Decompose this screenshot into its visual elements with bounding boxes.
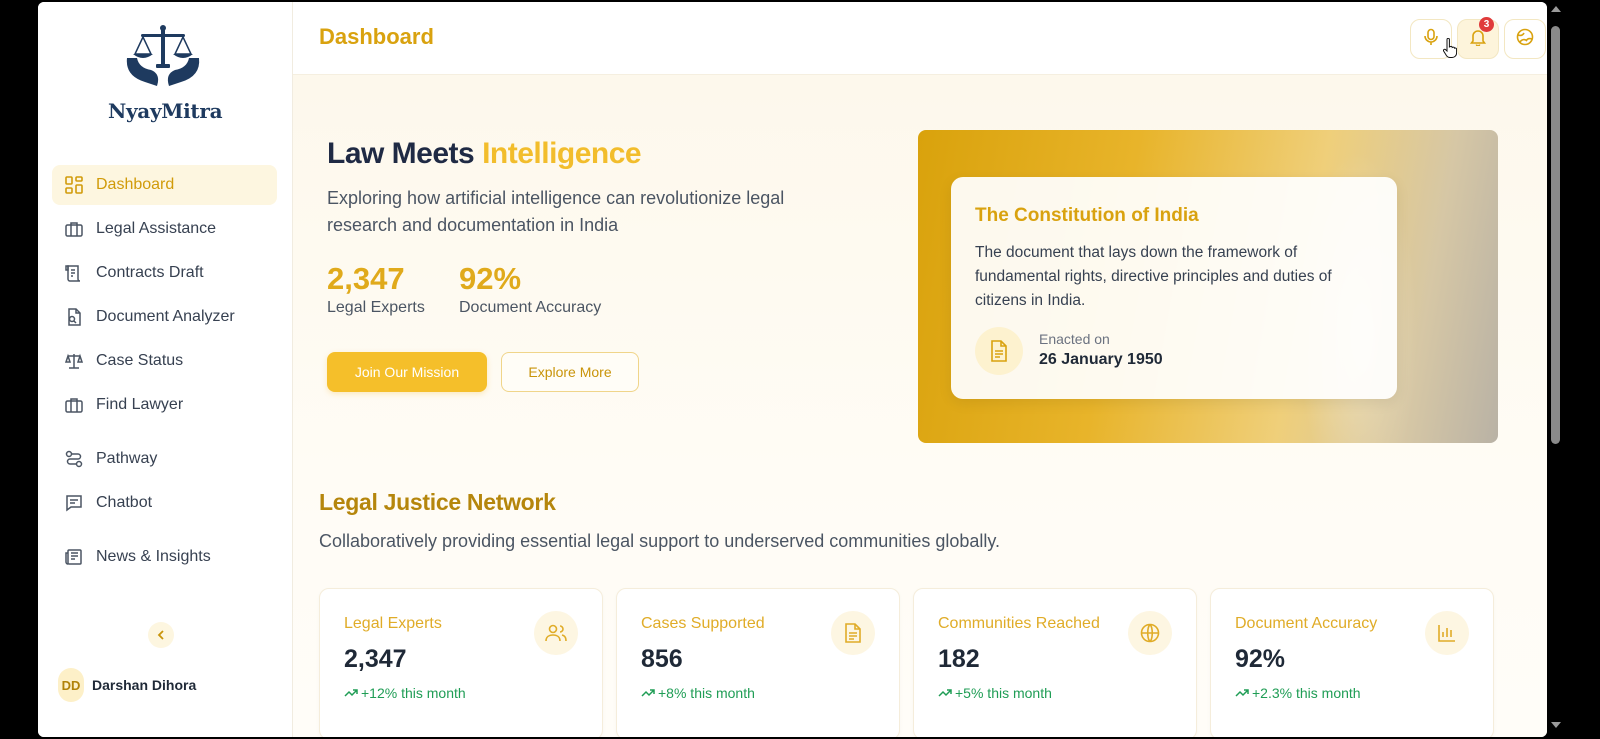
stat-value: 2,347 bbox=[327, 261, 405, 296]
card-trend: +12% this month bbox=[344, 685, 466, 701]
join-our-mission-button[interactable]: Join Our Mission bbox=[327, 352, 487, 392]
hero-subtitle: Exploring how artificial intelligence ca… bbox=[327, 188, 785, 235]
enacted-label: Enacted on bbox=[1039, 331, 1110, 347]
globe-icon bbox=[1128, 611, 1172, 655]
chat-icon bbox=[64, 493, 84, 513]
trend-text: +2.3% this month bbox=[1252, 685, 1361, 701]
explore-more-button[interactable]: Explore More bbox=[501, 352, 639, 392]
network-section-title: Legal Justice Network bbox=[319, 489, 556, 515]
card-trend: +2.3% this month bbox=[1235, 685, 1361, 701]
briefcase-icon bbox=[64, 395, 84, 415]
scroll-down-arrow-icon[interactable] bbox=[1551, 722, 1561, 728]
sidebar-item-dashboard[interactable]: Dashboard bbox=[52, 165, 277, 205]
trend-up-icon bbox=[344, 685, 358, 701]
sidebar-item-label: Document Analyzer bbox=[96, 308, 235, 325]
constitution-title: The Constitution of India bbox=[975, 205, 1199, 226]
sidebar-item-case-status[interactable]: Case Status bbox=[52, 341, 277, 381]
newspaper-icon bbox=[64, 547, 84, 567]
briefcase-icon bbox=[64, 219, 84, 239]
hero-title-accent: Intelligence bbox=[482, 137, 642, 170]
stat-label: Document Accuracy bbox=[459, 299, 602, 316]
sidebar-item-contracts-draft[interactable]: Contracts Draft bbox=[52, 253, 277, 293]
card-label: Legal Experts bbox=[344, 615, 442, 632]
stat-card-communities-reached: Communities Reached 182 +5% this month bbox=[913, 588, 1197, 737]
card-label: Cases Supported bbox=[641, 615, 765, 632]
sidebar-item-label: Find Lawyer bbox=[96, 396, 184, 413]
sidebar-item-label: Pathway bbox=[96, 450, 158, 467]
notifications-button[interactable]: 3 bbox=[1457, 17, 1499, 59]
microphone-icon bbox=[1422, 28, 1440, 51]
language-button[interactable] bbox=[1504, 19, 1546, 59]
sidebar-item-find-lawyer[interactable]: Find Lawyer bbox=[52, 385, 277, 425]
sidebar-item-label: Legal Assistance bbox=[96, 220, 217, 237]
card-label: Communities Reached bbox=[938, 615, 1100, 632]
sidebar-item-label: Dashboard bbox=[96, 176, 175, 193]
sidebar-item-label: Contracts Draft bbox=[96, 264, 204, 281]
users-icon bbox=[534, 611, 578, 655]
document-icon bbox=[831, 611, 875, 655]
trend-up-icon bbox=[641, 685, 655, 701]
stat-card-legal-experts: Legal Experts 2,347 +12% this month bbox=[319, 588, 603, 737]
scroll-icon bbox=[64, 263, 84, 283]
app-window: NyayMitra Dashboard Legal Assistance Con… bbox=[38, 2, 1547, 737]
sidebar-item-document-analyzer[interactable]: Document Analyzer bbox=[52, 297, 277, 337]
trend-text: +8% this month bbox=[658, 685, 755, 701]
enacted-date: 26 January 1950 bbox=[1039, 351, 1163, 368]
sidebar-item-news-insights[interactable]: News & Insights bbox=[52, 537, 277, 577]
sidebar-item-pathway[interactable]: Pathway bbox=[52, 439, 277, 479]
stat-label: Legal Experts bbox=[327, 299, 425, 316]
trend-up-icon bbox=[1235, 685, 1249, 701]
scroll-up-arrow-icon[interactable] bbox=[1551, 6, 1561, 12]
constitution-hero-card: The Constitution of India The document t… bbox=[918, 130, 1498, 443]
sidebar: NyayMitra Dashboard Legal Assistance Con… bbox=[38, 2, 293, 737]
hero-title: Law Meets Intelligence bbox=[327, 137, 642, 171]
page-title: Dashboard bbox=[319, 24, 434, 49]
hand-pointer-cursor-icon bbox=[1443, 37, 1458, 63]
card-label: Document Accuracy bbox=[1235, 615, 1378, 632]
sidebar-item-chatbot[interactable]: Chatbot bbox=[52, 483, 277, 523]
stat-value: 92% bbox=[459, 261, 522, 296]
stat-card-cases-supported: Cases Supported 856 +8% this month bbox=[616, 588, 900, 737]
sidebar-item-legal-assistance[interactable]: Legal Assistance bbox=[52, 209, 277, 249]
stat-card-document-accuracy: Document Accuracy 92% +2.3% this month bbox=[1210, 588, 1494, 737]
card-value: 856 bbox=[641, 645, 683, 673]
card-value: 182 bbox=[938, 645, 980, 673]
sidebar-item-label: Chatbot bbox=[96, 494, 153, 511]
card-value: 2,347 bbox=[344, 645, 407, 673]
sidebar-nav: Dashboard Legal Assistance Contracts Dra… bbox=[52, 165, 277, 581]
trend-up-icon bbox=[938, 685, 952, 701]
user-name: Darshan Dihora bbox=[92, 677, 197, 693]
route-icon bbox=[64, 449, 84, 469]
constitution-info-card: The Constitution of India The document t… bbox=[951, 177, 1397, 399]
hero-stat-legal-experts: 2,347 Legal Experts bbox=[327, 261, 425, 317]
avatar: DD bbox=[58, 668, 84, 702]
document-search-icon bbox=[64, 307, 84, 327]
sidebar-collapse-button[interactable] bbox=[148, 622, 174, 648]
scales-of-justice-logo bbox=[126, 25, 200, 86]
globe-icon bbox=[1516, 28, 1534, 51]
brand-logo[interactable]: NyayMitra bbox=[108, 24, 223, 123]
sidebar-item-label: News & Insights bbox=[96, 548, 211, 565]
hero-title-main: Law Meets bbox=[327, 137, 483, 170]
scales-icon bbox=[64, 351, 84, 371]
document-icon bbox=[975, 327, 1023, 375]
sidebar-item-label: Case Status bbox=[96, 352, 184, 369]
brand-name: NyayMitra bbox=[108, 99, 223, 123]
hero-stat-document-accuracy: 92% Document Accuracy bbox=[459, 261, 601, 317]
trend-text: +12% this month bbox=[361, 685, 466, 701]
notification-count-badge: 3 bbox=[1479, 17, 1494, 32]
user-profile[interactable]: DD Darshan Dihora bbox=[58, 668, 196, 702]
network-section-subtitle: Collaboratively providing essential lega… bbox=[319, 531, 1001, 551]
scrollbar-thumb[interactable] bbox=[1551, 26, 1560, 444]
dashboard-grid-icon bbox=[64, 175, 84, 195]
card-trend: +5% this month bbox=[938, 685, 1052, 701]
main-content: Law Meets Intelligence Exploring how art… bbox=[293, 75, 1547, 737]
trend-text: +5% this month bbox=[955, 685, 1052, 701]
card-value: 92% bbox=[1235, 645, 1286, 673]
top-header: Dashboard 3 bbox=[293, 2, 1547, 75]
constitution-description: The document that lays down the framewor… bbox=[975, 244, 1332, 309]
card-trend: +8% this month bbox=[641, 685, 755, 701]
bar-chart-icon bbox=[1425, 611, 1469, 655]
chevron-left-icon bbox=[156, 627, 166, 643]
